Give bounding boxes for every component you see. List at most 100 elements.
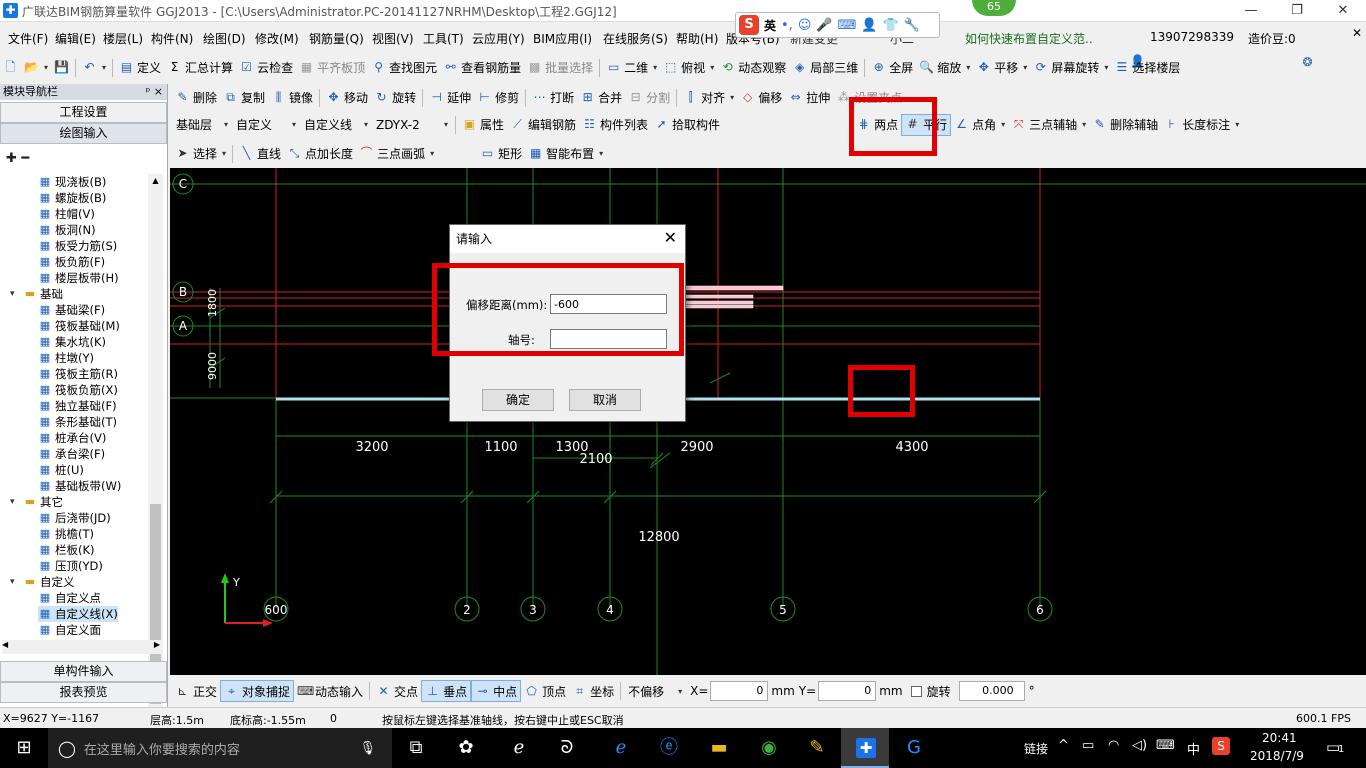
tree-folder[interactable]: ▾ ▬ 其它 — [10, 494, 63, 510]
vertex-snap-button[interactable]: ⬠ 顶点 — [521, 680, 569, 702]
menu-file[interactable]: 文件(F) — [8, 30, 48, 47]
menu-edit[interactable]: 编辑(E) — [55, 30, 96, 47]
menu-cloud[interactable]: 云应用(Y) — [472, 30, 525, 47]
screen-rotate-button[interactable]: ⟳ 屏幕旋转 ▾ — [1030, 57, 1111, 79]
object-snap-button[interactable]: ⌖ 对象捕捉 — [220, 680, 295, 702]
microphone-icon[interactable]: 🎙 — [359, 741, 376, 756]
tree-item[interactable]: ▦ 集水坑(K) — [38, 334, 106, 350]
length-dim-button[interactable]: ⊦ 长度标注 ▾ — [1161, 114, 1242, 136]
tree-item[interactable]: ▦ 挑檐(T) — [38, 526, 94, 542]
define-button[interactable]: ▤ 定义 — [116, 57, 164, 79]
smart-layout-button[interactable]: ▦ 智能布置 ▾ — [525, 143, 606, 165]
tree-item[interactable]: ▦ 自定义面 — [38, 622, 101, 638]
tree-item[interactable]: ▦ 基础梁(F) — [38, 302, 105, 318]
move-button[interactable]: ✥ 移动 — [323, 87, 371, 109]
select-floor-button[interactable]: ☰ 选择楼层 — [1111, 57, 1183, 79]
delete-axis-button[interactable]: ✎ 删除辅轴 — [1089, 114, 1161, 136]
report-preview-button[interactable]: 报表预览 — [0, 682, 167, 703]
single-component-input-button[interactable]: 单构件输入 — [0, 661, 167, 682]
type-combo[interactable]: 自定义线 ▾ — [300, 115, 372, 135]
save-button[interactable]: 💾 — [51, 57, 72, 79]
category-combo[interactable]: 自定义 ▾ — [232, 115, 300, 135]
tree-item[interactable]: ▦ 桩(U) — [38, 462, 84, 478]
delete-button[interactable]: ✎ 删除 — [172, 87, 220, 109]
tree-item[interactable]: ▦ 后浇带(JD) — [38, 510, 111, 526]
undo-button[interactable]: ↶ ▾ — [79, 57, 109, 79]
select-button[interactable]: ➤ 选择 ▾ — [172, 143, 229, 165]
align-button[interactable]: ⫿ 对齐 ▾ — [680, 87, 737, 109]
ime-lang-label[interactable]: 英 — [764, 17, 776, 34]
batch-select-button[interactable]: ▩ 批量选择 — [524, 57, 596, 79]
user-icon[interactable]: 👤 — [861, 18, 877, 33]
trim-button[interactable]: ⊢ 修剪 — [474, 87, 522, 109]
tree-item[interactable]: ▦ 基础板带(W) — [38, 478, 122, 494]
find-element-button[interactable]: ⚲ 查找图元 — [368, 57, 440, 79]
extend-button[interactable]: ⊣ 延伸 — [426, 87, 474, 109]
menu-modify[interactable]: 修改(M) — [255, 30, 299, 47]
task-view-icon[interactable]: ⧉ — [402, 736, 430, 760]
spiral-app-icon[interactable]: ᘐ — [553, 736, 581, 760]
new-button[interactable]: 🗋 — [0, 57, 21, 79]
menu-rebar[interactable]: 钢筋量(Q) — [309, 30, 364, 47]
top-view-button[interactable]: ⬚ 俯视 ▾ — [660, 57, 717, 79]
properties-button[interactable]: ▣ 属性 — [459, 114, 507, 136]
windows-start-icon[interactable]: ⊞ — [10, 736, 38, 760]
copy-button[interactable]: ⧉ 复制 — [220, 87, 268, 109]
wrench-icon[interactable]: 🔧 — [904, 18, 920, 33]
local-3d-button[interactable]: ◈ 局部三维 — [789, 57, 861, 79]
tree-item[interactable]: ▦ 压顶(YD) — [38, 558, 103, 574]
tray-link-label[interactable]: 链接 — [1024, 740, 1048, 757]
maximize-button[interactable]: ❐ — [1274, 0, 1320, 22]
menu-floor[interactable]: 楼层(L) — [103, 30, 143, 47]
tree-item[interactable]: ▦ 板洞(N) — [38, 222, 96, 238]
360-browser-icon[interactable]: ◉ — [755, 736, 783, 760]
tree-item[interactable]: ▦ 柱墩(Y) — [38, 350, 94, 366]
dynamic-input-button[interactable]: ⌨ 动态输入 — [294, 680, 366, 702]
open-button[interactable]: 📂 ▾ — [21, 57, 51, 79]
set-grip-button[interactable]: ⁂ 设置夹点 — [833, 87, 905, 109]
close-button[interactable]: ✕ — [1320, 0, 1366, 22]
intersection-snap-button[interactable]: ✕ 交点 — [373, 680, 421, 702]
clock-time[interactable]: 20:41 — [1262, 731, 1297, 745]
rectangle-button[interactable]: ▭ 矩形 — [477, 143, 525, 165]
drawing-input-button[interactable]: 绘图输入 — [0, 123, 167, 144]
menu-view[interactable]: 视图(V) — [372, 30, 414, 47]
taskbar-search[interactable]: ◯ 在这里输入你要搜索的内容 🎙 — [48, 728, 392, 768]
tree-hscrollbar[interactable]: ◀ ▶ — [2, 640, 162, 654]
tree-expand-icon[interactable]: ▾ — [10, 574, 20, 590]
microphone-icon[interactable]: 🎤 — [816, 18, 832, 33]
coins-label[interactable]: 造价豆:0 — [1248, 30, 1296, 47]
tree-folder[interactable]: ▾ ▬ 自定义 — [10, 574, 75, 590]
view-rebar-button[interactable]: ⚯ 查看钢筋量 — [440, 57, 524, 79]
menu-tools[interactable]: 工具(T) — [423, 30, 464, 47]
x-offset-input[interactable]: 0 — [710, 681, 769, 701]
point-angle-axis-button[interactable]: ∠ 点角 ▾ — [951, 114, 1008, 136]
expand-collapse-icons[interactable]: ✚ ━ — [6, 151, 29, 166]
tree-item[interactable]: ▦ 板受力筋(S) — [38, 238, 117, 254]
sogou-tray-icon[interactable]: S — [1212, 737, 1230, 755]
fan-app-icon[interactable]: ✿ — [452, 736, 480, 760]
ime-tray-label[interactable]: 中 — [1187, 739, 1200, 758]
mirror-button[interactable]: ⫼ 镜像 — [268, 87, 316, 109]
fullscreen-button[interactable]: ⊕ 全屏 — [868, 57, 916, 79]
menu-online[interactable]: 在线服务(S) — [603, 30, 668, 47]
edge-browser-icon[interactable]: ℯ — [607, 736, 635, 760]
rotate-angle-input[interactable]: 0.000 — [958, 681, 1025, 701]
point-length-button[interactable]: ⤡ 点加长度 — [284, 143, 356, 165]
edit-rebar-button[interactable]: ⟋ 编辑钢筋 — [507, 114, 579, 136]
tree-item[interactable]: ▦ 螺旋板(B) — [38, 190, 107, 206]
active-app-slot[interactable]: ✚ — [841, 728, 889, 768]
help-tip-link[interactable]: 如何快速布置自定义范.. — [965, 30, 1093, 47]
shirt-icon[interactable]: 👕 — [883, 18, 899, 33]
tray-arrow-icon[interactable]: ^ — [1058, 738, 1069, 753]
cad-drawing[interactable]: C B A 600 2 3 4 5 6 3200 1100 1300 2900 … — [170, 168, 1366, 675]
pan-button[interactable]: ✥ 平移 ▾ — [973, 57, 1030, 79]
dialog-close-icon[interactable]: ✕ — [664, 228, 677, 247]
axis-number-input[interactable] — [550, 329, 667, 349]
user-phone[interactable]: 13907298339 — [1150, 30, 1234, 44]
ime-toolbar[interactable]: S 英 •, ☺ 🎤 ⌨ 👤 👕 🔧 — [735, 12, 940, 38]
line-button[interactable]: ╲ 直线 — [236, 143, 284, 165]
align-slab-top-button[interactable]: ▦ 平齐板顶 — [296, 57, 368, 79]
menu-draw[interactable]: 绘图(D) — [203, 30, 246, 47]
menu-component[interactable]: 构件(N) — [151, 30, 193, 47]
